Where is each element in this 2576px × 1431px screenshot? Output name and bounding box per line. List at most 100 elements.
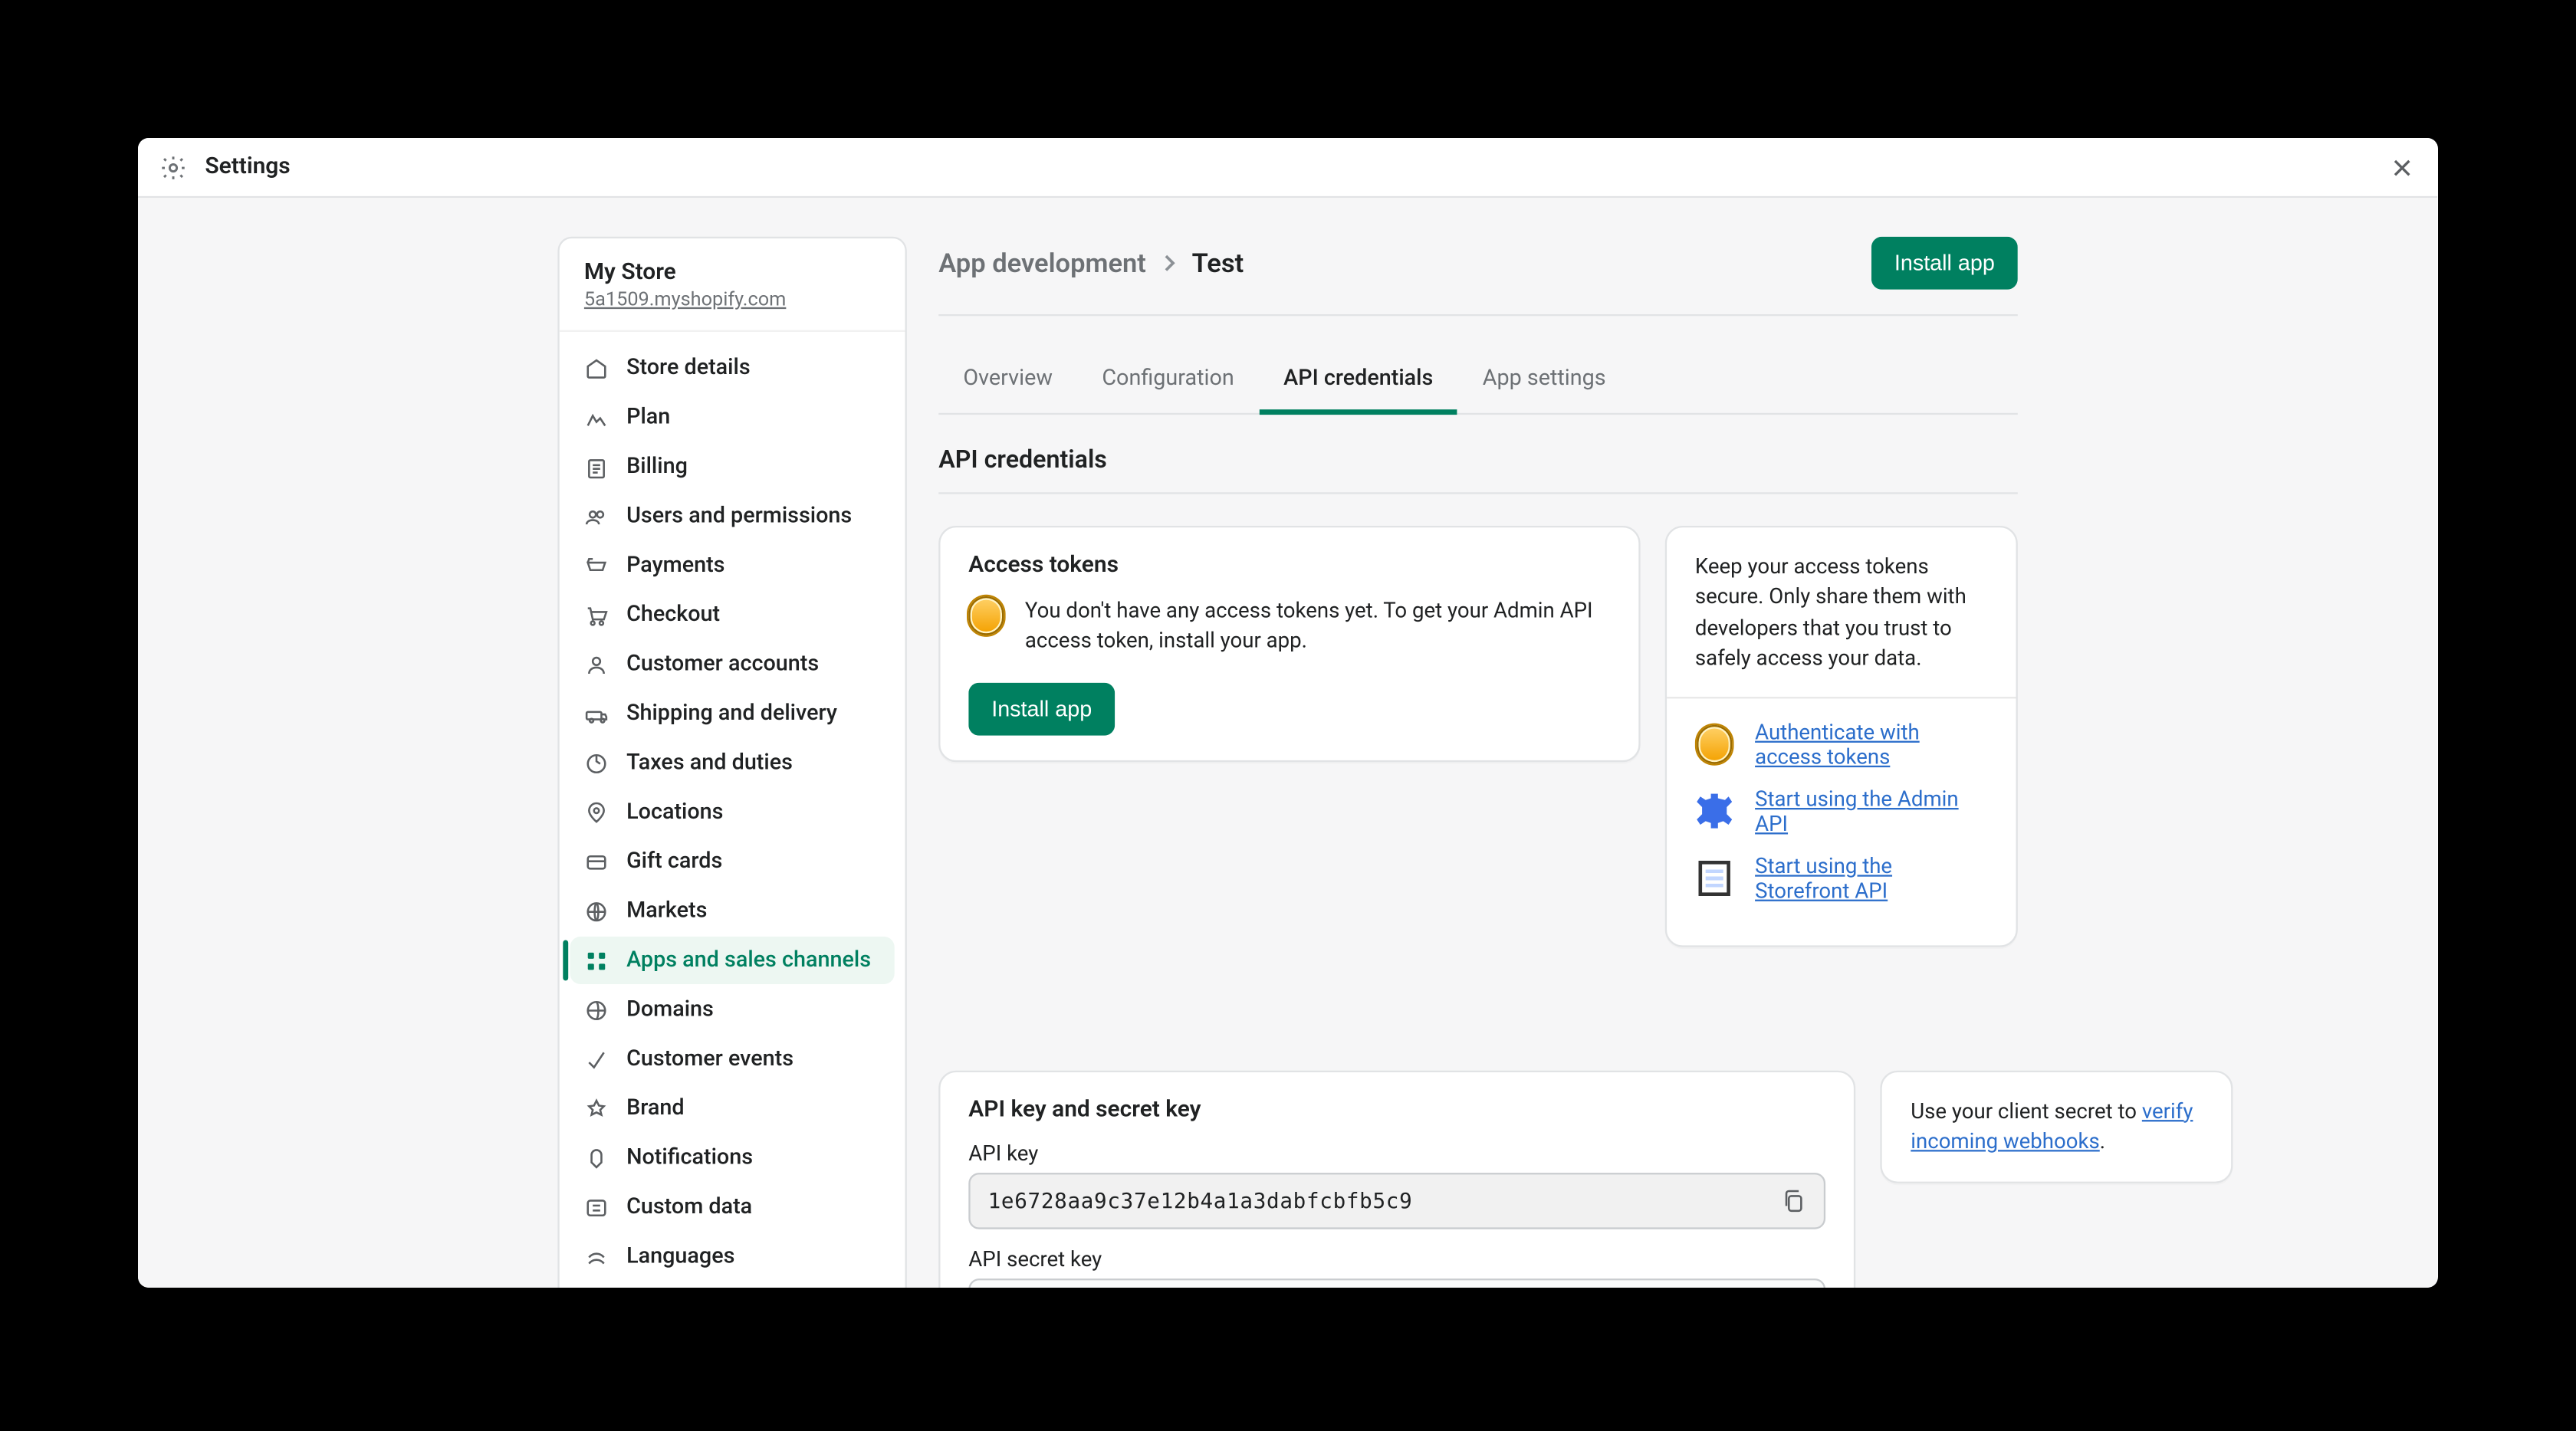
- api-key-card: API key and secret key API key 1e6728aa9…: [938, 1070, 1856, 1288]
- access-tokens-body: You don't have any access tokens yet. To…: [1025, 596, 1611, 658]
- truck-icon: [584, 701, 609, 726]
- webhook-info-prefix: Use your client secret to: [1911, 1098, 2142, 1122]
- clock-icon: [584, 750, 609, 775]
- sidebar-item-policies[interactable]: Policies: [570, 1282, 895, 1288]
- token-coin-icon: [1697, 724, 1732, 763]
- api-key-field: 1e6728aa9c37e12b4a1a3dabfcbfb5c9: [968, 1172, 1826, 1229]
- sidebar-item-label: Users and permissions: [626, 503, 852, 530]
- tab-app-settings[interactable]: App settings: [1458, 348, 1631, 415]
- sidebar-item-label: Gift cards: [626, 848, 722, 875]
- sidebar-item-locations[interactable]: Locations: [570, 789, 895, 836]
- sidebar-item-shipping-and-delivery[interactable]: Shipping and delivery: [570, 690, 895, 737]
- chart-icon: [584, 405, 609, 429]
- store-domain-link[interactable]: 5a1509.myshopify.com: [584, 288, 786, 311]
- sidebar-item-plan[interactable]: Plan: [570, 394, 895, 441]
- doc-link-storefront-api[interactable]: Start using the Storefront API: [1755, 853, 1988, 902]
- divider: [1667, 696, 2016, 697]
- sidebar-item-label: Billing: [626, 454, 688, 481]
- api-secret-field: ••••••••••••••••••••••••••••••••••••••••…: [968, 1278, 1826, 1288]
- copy-secret-button[interactable]: [1775, 1287, 1814, 1288]
- data-icon: [584, 1195, 609, 1219]
- apps-grid-icon: [584, 948, 609, 973]
- access-tokens-title: Access tokens: [968, 553, 1610, 579]
- sidebar-item-label: Plan: [626, 404, 670, 431]
- tab-overview[interactable]: Overview: [938, 348, 1077, 415]
- doc-link-auth-tokens[interactable]: Authenticate with access tokens: [1755, 719, 1988, 768]
- sidebar-item-label: Customer events: [626, 1046, 794, 1073]
- tokens-info-card: Keep your access tokens secure. Only sha…: [1665, 526, 2018, 947]
- sidebar-item-label: Store details: [626, 355, 751, 382]
- webhook-info-card: Use your client secret to verify incomin…: [1881, 1070, 2233, 1184]
- sidebar-item-domains[interactable]: Domains: [570, 986, 895, 1033]
- sidebar-item-checkout[interactable]: Checkout: [570, 591, 895, 638]
- check-icon: [584, 1047, 609, 1072]
- reveal-secret-button[interactable]: [1737, 1287, 1776, 1288]
- sidebar-item-languages[interactable]: Languages: [570, 1232, 895, 1280]
- sidebar-item-payments[interactable]: Payments: [570, 542, 895, 589]
- sidebar-item-notifications[interactable]: Notifications: [570, 1134, 895, 1182]
- sidebar-item-gift-cards[interactable]: Gift cards: [570, 838, 895, 885]
- sidebar-item-taxes-and-duties[interactable]: Taxes and duties: [570, 739, 895, 786]
- cart-icon: [584, 602, 609, 627]
- api-key-value: 1e6728aa9c37e12b4a1a3dabfcbfb5c9: [988, 1188, 1776, 1213]
- sidebar-item-label: Custom data: [626, 1194, 752, 1221]
- admin-api-gear-icon: [1697, 793, 1732, 829]
- payments-icon: [584, 553, 609, 578]
- star-icon: [584, 1096, 609, 1121]
- sidebar-item-label: Apps and sales channels: [626, 947, 871, 974]
- globe-icon: [584, 997, 609, 1022]
- sidebar-item-users-and-permissions[interactable]: Users and permissions: [570, 492, 895, 540]
- breadcrumb-parent[interactable]: App development: [938, 248, 1146, 279]
- person-icon: [584, 651, 609, 676]
- sidebar-item-label: Checkout: [626, 602, 720, 629]
- settings-header: Settings: [138, 138, 2437, 198]
- copy-api-key-button[interactable]: [1775, 1181, 1814, 1220]
- sidebar-item-label: Payments: [626, 553, 724, 579]
- api-secret-label: API secret key: [968, 1246, 1826, 1271]
- webhook-info-text: Use your client secret to verify incomin…: [1911, 1098, 2193, 1153]
- gear-icon: [159, 153, 188, 182]
- sidebar-item-markets[interactable]: Markets: [570, 888, 895, 935]
- section-heading-api-credentials: API credentials: [938, 447, 2018, 475]
- card-icon: [584, 849, 609, 874]
- sidebar-item-label: Markets: [626, 898, 707, 924]
- close-button[interactable]: [2388, 153, 2417, 182]
- install-app-button-inline[interactable]: Install app: [968, 682, 1115, 735]
- globe-icon: [584, 898, 609, 923]
- sidebar-item-brand[interactable]: Brand: [570, 1085, 895, 1132]
- pin-icon: [584, 800, 609, 825]
- sidebar-item-billing[interactable]: Billing: [570, 443, 895, 491]
- sidebar-item-customer-events[interactable]: Customer events: [570, 1036, 895, 1083]
- sidebar-item-label: Notifications: [626, 1144, 753, 1171]
- breadcrumb-current: Test: [1192, 248, 1244, 279]
- users-icon: [584, 504, 609, 528]
- api-key-card-title: API key and secret key: [968, 1096, 1826, 1123]
- language-icon: [584, 1244, 609, 1269]
- sidebar-item-customer-accounts[interactable]: Customer accounts: [570, 641, 895, 688]
- sidebar-item-custom-data[interactable]: Custom data: [570, 1183, 895, 1231]
- bell-icon: [584, 1145, 609, 1170]
- access-tokens-card: Access tokens You don't have any access …: [938, 526, 1640, 762]
- tab-configuration[interactable]: Configuration: [1077, 348, 1259, 415]
- store-icon: [584, 356, 609, 380]
- sidebar-item-label: Shipping and delivery: [626, 701, 837, 727]
- storefront-doc-icon: [1699, 860, 1730, 895]
- divider: [938, 492, 2018, 494]
- breadcrumb: App development Test: [938, 248, 1244, 279]
- tabs: OverviewConfigurationAPI credentialsApp …: [938, 348, 2018, 415]
- webhook-info-suffix: .: [2100, 1128, 2105, 1153]
- document-icon: [584, 455, 609, 479]
- doc-link-admin-api[interactable]: Start using the Admin API: [1755, 786, 1988, 835]
- sidebar-item-label: Customer accounts: [626, 651, 819, 678]
- sidebar-item-apps-and-sales-channels[interactable]: Apps and sales channels: [570, 937, 895, 984]
- divider: [938, 314, 2018, 316]
- tab-api-credentials[interactable]: API credentials: [1259, 348, 1458, 415]
- chevron-right-icon: [1160, 254, 1178, 272]
- api-key-label: API key: [968, 1141, 1826, 1165]
- sidebar-item-label: Brand: [626, 1095, 685, 1122]
- install-app-button[interactable]: Install app: [1871, 237, 2018, 290]
- sidebar-item-store-details[interactable]: Store details: [570, 344, 895, 392]
- settings-sidebar: My Store 5a1509.myshopify.com Store deta…: [557, 237, 906, 1288]
- tokens-info-body: Keep your access tokens secure. Only sha…: [1695, 553, 1988, 675]
- sidebar-item-label: Domains: [626, 996, 714, 1023]
